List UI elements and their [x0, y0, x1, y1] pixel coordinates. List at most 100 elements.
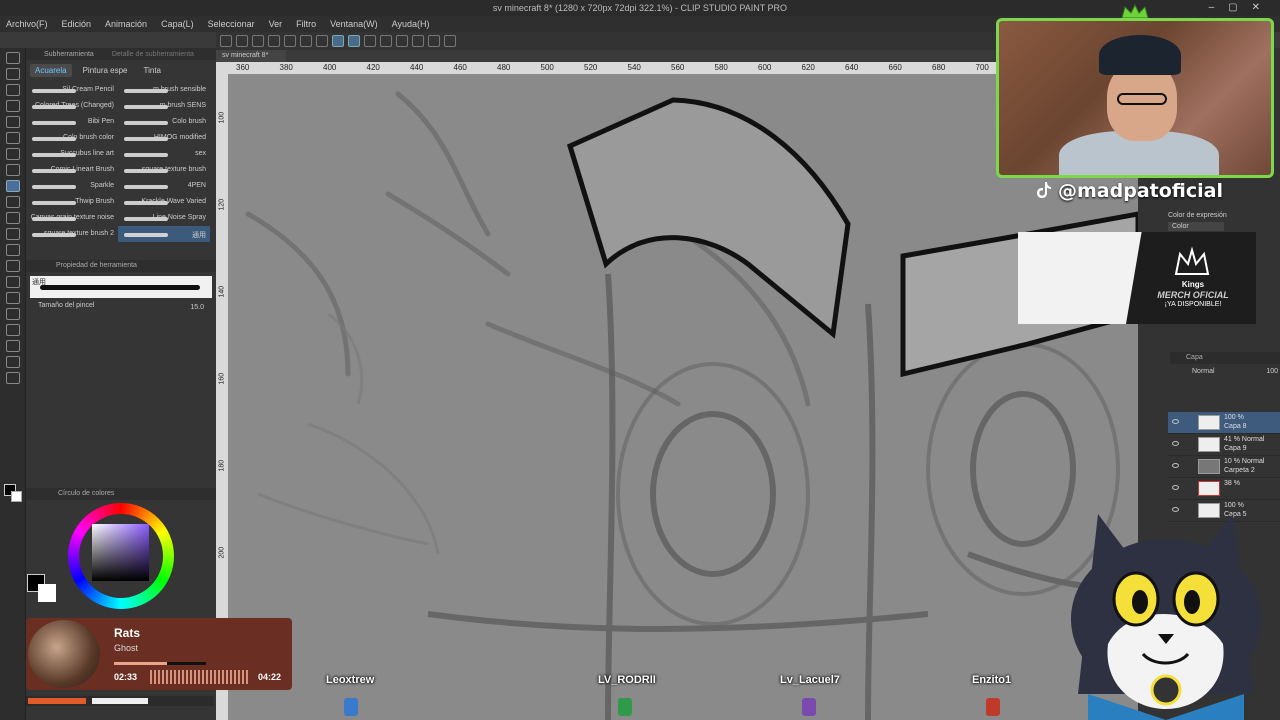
tab-acuarela[interactable]: Acuarela	[30, 63, 72, 77]
ruler-top-tick: 560	[671, 63, 685, 72]
magic-wand-tool-icon[interactable]	[6, 116, 20, 128]
brush-row: Colo brush color HIMOG modified	[26, 130, 216, 146]
menu-edicion[interactable]: Edición	[62, 19, 92, 29]
tab-tinta[interactable]: Tinta	[139, 64, 167, 77]
layers-panel-icon[interactable]	[444, 35, 456, 47]
ruler-tool-icon[interactable]	[6, 324, 20, 336]
music-player: Rats Ghost 02:33 04:22	[26, 618, 292, 690]
layer-item[interactable]: 100 % Capa 8	[1168, 412, 1280, 434]
brush-item[interactable]: Thwip Brush	[26, 194, 118, 210]
brush-item[interactable]: Krackle Wave Varied	[118, 194, 210, 210]
brush-item[interactable]: Colo brush color	[26, 130, 118, 146]
zoom-tool-icon[interactable]	[6, 52, 20, 64]
eyedropper-tool-icon[interactable]	[6, 132, 20, 144]
brush-size-row[interactable]: Tamaño del pincel 15.0	[26, 302, 216, 316]
stream-progress	[26, 696, 214, 706]
pen-tool-icon[interactable]	[6, 148, 20, 160]
fit-icon[interactable]	[396, 35, 408, 47]
clear-icon[interactable]	[300, 35, 312, 47]
menu-ayuda[interactable]: Ayuda(H)	[392, 19, 430, 29]
brush-row: Comic Lineart Brush square texture brush	[26, 162, 216, 178]
menu-ventana[interactable]: Ventana(W)	[330, 19, 378, 29]
pencil-tool-icon[interactable]	[6, 164, 20, 176]
brush-item[interactable]: square texture brush 2	[26, 226, 118, 242]
eye-icon[interactable]	[1172, 463, 1179, 468]
snap-special-ruler-icon[interactable]	[348, 35, 360, 47]
blend-mode-select[interactable]: Normal	[1192, 368, 1215, 375]
brush-item[interactable]: m brush sensible	[118, 82, 210, 98]
redo-icon[interactable]	[284, 35, 296, 47]
eye-icon[interactable]	[1172, 441, 1179, 446]
brush-size-value[interactable]: 15.0	[190, 304, 204, 311]
line-correction-tool-icon[interactable]	[6, 372, 20, 384]
brush-item[interactable]: Comic Lineart Brush	[26, 162, 118, 178]
brush-item[interactable]: Colored Trees (Changed)	[26, 98, 118, 114]
brush-item[interactable]: Canvas grain texture noise	[26, 210, 118, 226]
menu-animacion[interactable]: Animación	[105, 19, 147, 29]
window-controls[interactable]: –▢✕	[1209, 2, 1274, 13]
tab-subtool-detail[interactable]: Detalle de subherramienta	[112, 51, 194, 58]
brush-item-selected[interactable]: 通用	[118, 226, 210, 242]
snap-grid-icon[interactable]	[364, 35, 376, 47]
decoration-tool-icon[interactable]	[6, 212, 20, 224]
save-icon[interactable]	[252, 35, 264, 47]
blend-tool-icon[interactable]	[6, 244, 20, 256]
brush-item[interactable]: square texture brush	[118, 162, 210, 178]
color-expression-label: Color de expresión	[1168, 212, 1227, 219]
balloon-tool-icon[interactable]	[6, 356, 20, 368]
operation-tool-icon[interactable]	[6, 84, 20, 96]
airbrush-tool-icon[interactable]	[6, 196, 20, 208]
menu-ver[interactable]: Ver	[269, 19, 283, 29]
color-expression-select[interactable]: Color	[1168, 222, 1224, 231]
lasso-tool-icon[interactable]	[6, 100, 20, 112]
eye-icon[interactable]	[1172, 485, 1179, 490]
settings-icon[interactable]	[380, 35, 392, 47]
sub-color-chip[interactable]	[38, 584, 56, 602]
layer-opacity-value[interactable]: 100	[1266, 368, 1278, 375]
tab-pintura[interactable]: Pintura espe	[78, 64, 133, 77]
move-tool-icon[interactable]	[6, 68, 20, 80]
brush-item[interactable]: 4PEN	[118, 178, 210, 194]
new-file-icon[interactable]	[220, 35, 232, 47]
tab-subtool[interactable]: Subherramienta	[44, 51, 94, 58]
ruler-left-tick: 120	[218, 198, 226, 211]
ruler-top-tick: 460	[453, 63, 467, 72]
brush-item[interactable]: Bibi Pen	[26, 114, 118, 130]
color-saturation-square[interactable]	[92, 524, 149, 581]
ruler-left-tick: 180	[218, 459, 226, 472]
layer-folder[interactable]: 10 % Normal Carpeta 2	[1168, 456, 1280, 478]
song-title: Rats	[114, 626, 141, 640]
transform-icon[interactable]	[316, 35, 328, 47]
undo-icon[interactable]	[268, 35, 280, 47]
brush-item[interactable]: Sparkle	[26, 178, 118, 194]
menu-capa[interactable]: Capa(L)	[161, 19, 194, 29]
text-tool-icon[interactable]	[6, 340, 20, 352]
menu-archivo[interactable]: Archivo(F)	[6, 19, 48, 29]
snap-ruler-icon[interactable]	[332, 35, 344, 47]
frame-tool-icon[interactable]	[6, 308, 20, 320]
brush-item[interactable]: sex	[118, 146, 210, 162]
sub-color-swatch[interactable]	[11, 491, 22, 502]
eraser-tool-icon[interactable]	[6, 228, 20, 240]
ruler-top-tick: 580	[714, 63, 728, 72]
document-tab[interactable]: sv minecraft 8*	[216, 50, 286, 62]
gradient-tool-icon[interactable]	[6, 276, 20, 288]
tool-property-title: Propiedad de herramienta	[26, 260, 216, 272]
brush-row: Bibi Pen Colo brush	[26, 114, 216, 130]
figure-tool-icon[interactable]	[6, 292, 20, 304]
brush-item[interactable]: Succubus line art	[26, 146, 118, 162]
brush-item[interactable]: Colo brush	[118, 114, 210, 130]
menu-filtro[interactable]: Filtro	[296, 19, 316, 29]
layer-item[interactable]: 41 % Normal Capa 9	[1168, 434, 1280, 456]
eye-icon[interactable]	[1172, 419, 1179, 424]
menu-seleccionar[interactable]: Seleccionar	[208, 19, 255, 29]
rotate-icon[interactable]	[428, 35, 440, 47]
fill-tool-icon[interactable]	[6, 260, 20, 272]
brush-item[interactable]: m brush SENS	[118, 98, 210, 114]
brush-tool-icon[interactable]	[6, 180, 20, 192]
brush-item[interactable]: HIMOG modified	[118, 130, 210, 146]
open-file-icon[interactable]	[236, 35, 248, 47]
flip-icon[interactable]	[412, 35, 424, 47]
brush-item[interactable]: Sil Cream Pencil	[26, 82, 118, 98]
brush-item[interactable]: Line Noise Spray	[118, 210, 210, 226]
